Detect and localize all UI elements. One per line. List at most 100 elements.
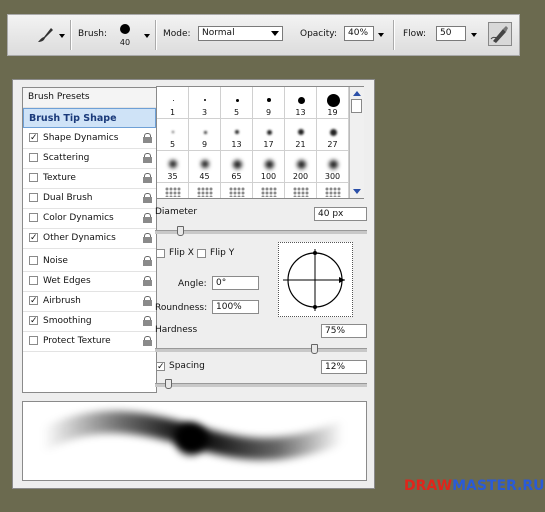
sidebar-item-brush-tip-shape[interactable]: Brush Tip Shape bbox=[23, 108, 156, 128]
lock-icon[interactable] bbox=[143, 336, 152, 346]
flow-input[interactable]: 50 bbox=[436, 26, 466, 41]
lock-icon[interactable] bbox=[143, 193, 152, 203]
stroke-preview bbox=[22, 401, 367, 481]
brush-preset-cell[interactable] bbox=[317, 183, 349, 198]
checkbox-unchecked[interactable] bbox=[29, 213, 38, 222]
checkbox-unchecked[interactable] bbox=[29, 173, 38, 182]
tool-preset-dropdown[interactable] bbox=[59, 34, 65, 38]
brush-grid-scrollbar[interactable] bbox=[349, 87, 364, 198]
brush-preset-cell[interactable]: 35 bbox=[157, 151, 189, 183]
brush-preset-cell[interactable] bbox=[157, 183, 189, 198]
angle-input[interactable]: 0° bbox=[212, 276, 259, 290]
brushes-panel: Brush Presets Brush Tip Shape Shape Dynami… bbox=[12, 79, 375, 489]
sidebar-item-wet-edges[interactable]: Wet Edges bbox=[23, 272, 156, 292]
diameter-slider[interactable] bbox=[155, 230, 367, 234]
sidebar-item-protect-texture[interactable]: Protect Texture bbox=[23, 332, 156, 352]
brush-preset-cell[interactable] bbox=[221, 183, 253, 198]
brush-preset-cell[interactable]: 21 bbox=[285, 119, 317, 151]
brush-preset-cell[interactable] bbox=[253, 183, 285, 198]
spacing-checkbox[interactable]: ✓ bbox=[156, 362, 165, 372]
checkbox-unchecked[interactable] bbox=[29, 153, 38, 162]
sidebar-item-color-dynamics[interactable]: Color Dynamics bbox=[23, 209, 156, 229]
hardness-slider[interactable] bbox=[155, 348, 367, 352]
diameter-value: 40 px bbox=[318, 209, 344, 219]
brush-preset-cell[interactable]: 65 bbox=[221, 151, 253, 183]
brush-preset-cell[interactable]: 3 bbox=[189, 87, 221, 119]
flow-slider-arrow[interactable] bbox=[471, 33, 477, 37]
checkbox-unchecked[interactable] bbox=[29, 336, 38, 345]
brush-picker-arrow[interactable] bbox=[144, 34, 150, 38]
diameter-slider-thumb[interactable] bbox=[177, 226, 185, 236]
brush-preset-cell[interactable]: 13 bbox=[221, 119, 253, 151]
airbrush-toggle-button[interactable] bbox=[488, 22, 512, 46]
brush-preset-cell[interactable]: 27 bbox=[317, 119, 349, 151]
checkbox-unchecked[interactable] bbox=[29, 256, 38, 265]
brush-preset-cell[interactable]: 13 bbox=[285, 87, 317, 119]
sidebar-item-airbrush[interactable]: Airbrush ✓ bbox=[23, 292, 156, 312]
opacity-slider-arrow[interactable] bbox=[378, 33, 384, 37]
brush-size-label: 45 bbox=[199, 172, 210, 181]
sidebar-item-smoothing[interactable]: Smoothing ✓ bbox=[23, 312, 156, 332]
angle-roundness-widget[interactable] bbox=[278, 242, 353, 317]
sidebar-item-brush-presets[interactable]: Brush Presets bbox=[23, 88, 156, 108]
brush-preset-cell[interactable]: 45 bbox=[189, 151, 221, 183]
brush-preset-cell[interactable]: 200 bbox=[285, 151, 317, 183]
brush-tip-preview bbox=[204, 99, 206, 101]
lock-icon[interactable] bbox=[143, 276, 152, 286]
brush-preset-cell[interactable]: 100 bbox=[253, 151, 285, 183]
lock-icon[interactable] bbox=[143, 133, 152, 143]
brush-tool-icon[interactable] bbox=[35, 25, 55, 45]
sidebar-item-dual-brush[interactable]: Dual Brush bbox=[23, 189, 156, 209]
brush-preset-cell[interactable] bbox=[189, 183, 221, 198]
spacing-slider-thumb[interactable] bbox=[164, 379, 172, 389]
opacity-input[interactable]: 40% bbox=[344, 26, 374, 41]
hardness-input[interactable]: 75% bbox=[321, 324, 367, 338]
sidebar-item-noise[interactable]: Noise bbox=[23, 252, 156, 272]
sidebar-item-other-dynamics[interactable]: Other Dynamics ✓ bbox=[23, 229, 156, 249]
scroll-up-icon[interactable] bbox=[352, 89, 362, 97]
textured-brush-preview bbox=[165, 187, 181, 197]
sidebar-item-texture[interactable]: Texture bbox=[23, 169, 156, 189]
brush-size-label: 65 bbox=[231, 172, 242, 181]
lock-icon[interactable] bbox=[143, 173, 152, 183]
lock-icon[interactable] bbox=[143, 213, 152, 223]
roundness-input[interactable]: 100% bbox=[212, 300, 259, 314]
checkbox-checked[interactable]: ✓ bbox=[29, 133, 38, 143]
spacing-slider[interactable] bbox=[155, 383, 367, 387]
lock-icon[interactable] bbox=[143, 316, 152, 326]
brush-preset-cell[interactable]: 19 bbox=[317, 87, 349, 119]
sidebar-item-scattering[interactable]: Scattering bbox=[23, 149, 156, 169]
brush-preset-cell[interactable]: 1 bbox=[157, 87, 189, 119]
spacing-input[interactable]: 12% bbox=[321, 360, 367, 374]
scroll-down-icon[interactable] bbox=[352, 188, 362, 196]
brush-preset-cell[interactable]: 5 bbox=[157, 119, 189, 151]
brush-picker[interactable]: 40 bbox=[115, 21, 137, 51]
diameter-input[interactable]: 40 px bbox=[314, 207, 367, 221]
lock-icon[interactable] bbox=[143, 256, 152, 266]
checkbox-unchecked[interactable] bbox=[29, 276, 38, 285]
brush-size-label: 13 bbox=[231, 140, 242, 149]
brush-preset-cell[interactable]: 9 bbox=[253, 87, 285, 119]
brush-preset-cell[interactable]: 5 bbox=[221, 87, 253, 119]
brush-preset-cell[interactable]: 17 bbox=[253, 119, 285, 151]
checkbox-unchecked[interactable] bbox=[29, 193, 38, 202]
hardness-slider-thumb[interactable] bbox=[311, 344, 318, 354]
checkbox-checked[interactable]: ✓ bbox=[29, 316, 38, 326]
brush-tip-preview bbox=[232, 159, 242, 169]
mode-select[interactable]: Normal bbox=[198, 26, 283, 41]
checkbox-checked[interactable]: ✓ bbox=[29, 233, 38, 243]
flip-x-checkbox[interactable] bbox=[156, 249, 165, 258]
checkbox-checked[interactable]: ✓ bbox=[29, 296, 38, 306]
lock-icon[interactable] bbox=[143, 233, 152, 243]
sidebar-item-label: Other Dynamics bbox=[43, 233, 116, 243]
brush-preset-cell[interactable]: 9 bbox=[189, 119, 221, 151]
scroll-thumb[interactable] bbox=[351, 99, 362, 113]
lock-icon[interactable] bbox=[143, 296, 152, 306]
brush-preset-cell[interactable] bbox=[285, 183, 317, 198]
brush-tip-preview bbox=[329, 128, 337, 136]
flip-y-checkbox[interactable] bbox=[197, 249, 206, 258]
lock-icon[interactable] bbox=[143, 153, 152, 163]
sidebar-item-label: Color Dynamics bbox=[43, 213, 114, 223]
brush-preset-cell[interactable]: 300 bbox=[317, 151, 349, 183]
sidebar-item-shape-dynamics[interactable]: Shape Dynamics ✓ bbox=[23, 129, 156, 149]
